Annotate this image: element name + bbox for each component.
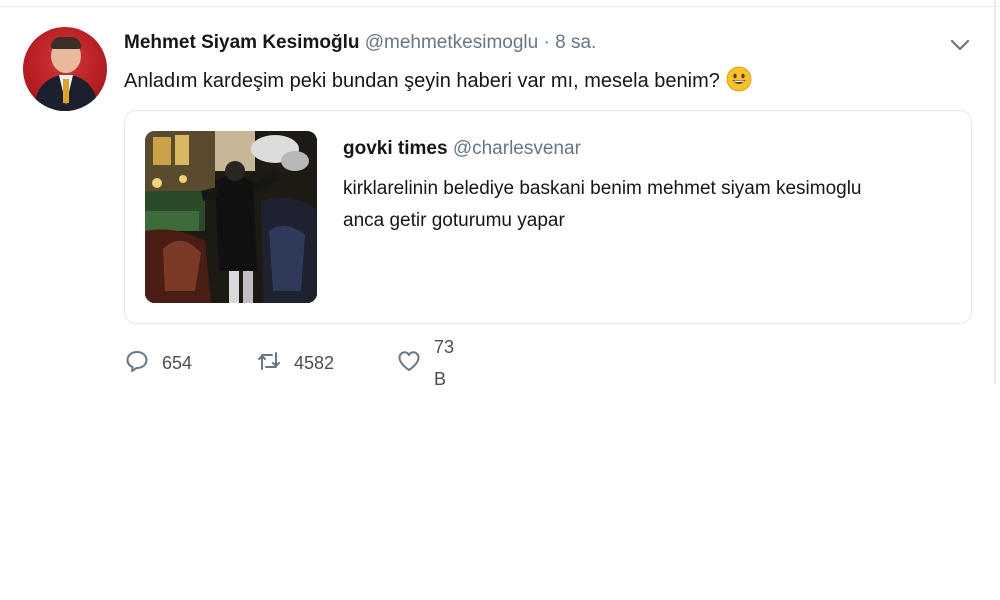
tweet-header: Mehmet Siyam Kesimoğlu @mehmetkesimoglu … — [124, 31, 596, 55]
retweet-icon — [256, 348, 282, 379]
avatar-hair — [51, 37, 81, 49]
author-avatar[interactable] — [23, 27, 107, 111]
quoted-tweet-text: kirklarelinin belediye baskani benim meh… — [343, 178, 862, 231]
quoted-author-display-name[interactable]: govki times — [343, 138, 448, 159]
tweet-text: Anladım kardeşim peki bundan şeyin haber… — [124, 66, 752, 94]
retweet-count: 4582 — [294, 353, 335, 373]
reply-count: 654 — [162, 353, 193, 373]
tweet-timestamp[interactable]: 8 sa. — [555, 32, 596, 53]
tweet[interactable]: Mehmet Siyam Kesimoğlu @mehmetkesimoglu … — [0, 7, 994, 389]
tweet-body: Anladım kardeşim peki bundan şeyin haber… — [124, 70, 720, 92]
heart-icon — [396, 348, 422, 379]
reply-button[interactable]: 654 — [124, 347, 192, 379]
quoted-tweet-header: govki times @charlesvenar — [343, 137, 581, 161]
timeline-border — [994, 0, 996, 384]
reply-icon — [124, 348, 150, 379]
retweet-button[interactable]: 4582 — [256, 347, 334, 379]
quoted-tweet-card[interactable]: govki times @charlesvenar kirklarelinin … — [124, 110, 972, 324]
quoted-tweet-photo[interactable] — [145, 131, 317, 303]
like-button[interactable]: 73 B — [396, 337, 454, 389]
author-handle[interactable]: @mehmetkesimoglu — [365, 32, 538, 53]
like-count: 73 B — [434, 337, 455, 389]
grinning-face-icon — [726, 66, 752, 92]
chevron-down-icon[interactable] — [948, 35, 972, 55]
avatar-tie — [63, 79, 69, 103]
author-display-name[interactable]: Mehmet Siyam Kesimoğlu — [124, 32, 359, 53]
quoted-author-handle[interactable]: @charlesvenar — [453, 138, 581, 159]
header-separator: · — [543, 32, 550, 53]
tweet-page: Mehmet Siyam Kesimoğlu @mehmetkesimoglu … — [0, 0, 1000, 600]
